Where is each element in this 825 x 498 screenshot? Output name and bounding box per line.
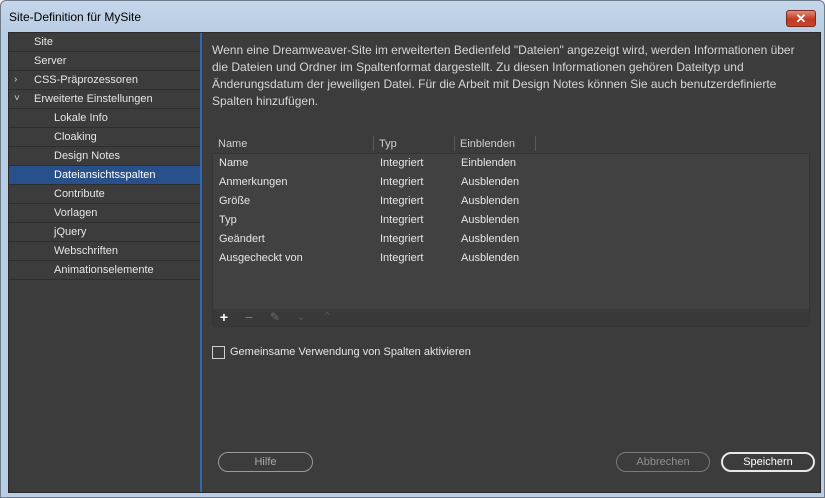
cell-visibility: Einblenden bbox=[461, 157, 517, 169]
window-title: Site-Definition für MySite bbox=[9, 10, 142, 24]
sidebar-item-css-präprozessoren[interactable]: › CSS-Präprozessoren bbox=[9, 71, 200, 90]
table-row[interactable]: Geändert Integriert Ausblenden bbox=[213, 230, 809, 249]
share-columns-checkbox[interactable] bbox=[212, 346, 225, 359]
save-button[interactable]: Speichern bbox=[721, 452, 815, 472]
table-row[interactable]: Anmerkungen Integriert Ausblenden bbox=[213, 173, 809, 192]
sidebar-item-label: Dateiansichtsspalten bbox=[54, 169, 156, 181]
table-row[interactable]: Typ Integriert Ausblenden bbox=[213, 211, 809, 230]
chevron-down-icon[interactable]: ˅ bbox=[14, 90, 24, 108]
cell-name: Name bbox=[219, 157, 249, 169]
site-definition-dialog: Site-Definition für MySite ✕ Site Server ›… bbox=[0, 0, 825, 498]
sidebar-item-label: Server bbox=[34, 55, 67, 67]
column-header-einblenden[interactable]: Einblenden bbox=[460, 138, 515, 150]
cell-visibility: Ausblenden bbox=[461, 252, 520, 264]
cell-name: Anmerkungen bbox=[219, 176, 288, 188]
sidebar-item-label: Erweiterte Einstellungen bbox=[34, 93, 153, 105]
sidebar-item-animationselemente[interactable]: Animationselemente bbox=[9, 261, 200, 280]
cell-visibility: Ausblenden bbox=[461, 176, 520, 188]
cell-name: Typ bbox=[219, 214, 237, 226]
move-down-button[interactable]: ⌄ bbox=[293, 309, 309, 326]
table-header: Name Typ Einblenden bbox=[212, 136, 809, 152]
sidebar-item-server[interactable]: Server bbox=[9, 52, 200, 71]
column-header-typ[interactable]: Typ bbox=[379, 138, 397, 150]
sidebar-item-design-notes[interactable]: Design Notes bbox=[9, 147, 200, 166]
cell-visibility: Ausblenden bbox=[461, 233, 520, 245]
table-row[interactable]: Ausgecheckt von Integriert Ausblenden bbox=[213, 249, 809, 268]
move-up-button[interactable]: ⌃ bbox=[319, 309, 335, 326]
sidebar-item-label: Cloaking bbox=[54, 131, 97, 143]
cell-type: Integriert bbox=[380, 233, 424, 245]
cell-visibility: Ausblenden bbox=[461, 195, 520, 207]
column-divider bbox=[373, 136, 374, 151]
columns-table: Name Integriert Einblenden Anmerkungen Integ… bbox=[212, 153, 810, 311]
help-button[interactable]: Hilfe bbox=[218, 452, 313, 472]
add-column-button[interactable]: + bbox=[216, 309, 232, 326]
cell-type: Integriert bbox=[380, 195, 424, 207]
sidebar-item-contribute[interactable]: Contribute bbox=[9, 185, 200, 204]
sidebar-item-dateiansichtsspalten[interactable]: Dateiansichtsspalten bbox=[9, 166, 200, 185]
close-icon: ✕ bbox=[795, 11, 807, 26]
sidebar-item-webschriften[interactable]: Webschriften bbox=[9, 242, 200, 261]
description-text: Wenn eine Dreamweaver-Site im erweiterte… bbox=[212, 43, 795, 108]
table-toolbar: + − ✎ ⌄ ⌃ bbox=[212, 309, 810, 327]
cell-type: Integriert bbox=[380, 252, 424, 264]
edit-column-button[interactable]: ✎ bbox=[267, 309, 283, 326]
sidebar-item-label: Site bbox=[34, 36, 53, 48]
main-panel: Wenn eine Dreamweaver-Site im erweiterte… bbox=[202, 33, 820, 492]
arrow-down-icon: ⌄ bbox=[296, 311, 306, 323]
sidebar-item-label: Webschriften bbox=[54, 245, 118, 257]
sidebar-item-jquery[interactable]: jQuery bbox=[9, 223, 200, 242]
sidebar-item-label: Animationselemente bbox=[54, 264, 154, 276]
sidebar-item-lokale-info[interactable]: Lokale Info bbox=[9, 109, 200, 128]
plus-icon: + bbox=[219, 309, 229, 325]
cell-type: Integriert bbox=[380, 176, 424, 188]
minus-icon: − bbox=[244, 309, 254, 325]
cell-visibility: Ausblenden bbox=[461, 214, 520, 226]
sidebar-item-label: Lokale Info bbox=[54, 112, 108, 124]
cancel-button[interactable]: Abbrechen bbox=[616, 452, 710, 472]
share-columns-label: Gemeinsame Verwendung von Spalten aktivi… bbox=[230, 346, 471, 358]
sidebar-item-erweiterte-einstellungen[interactable]: ˅ Erweiterte Einstellungen bbox=[9, 90, 200, 109]
category-sidebar: Site Server › CSS-Präprozessoren ˅ Erweiterte… bbox=[9, 33, 202, 492]
sidebar-item-label: Vorlagen bbox=[54, 207, 98, 219]
chevron-right-icon[interactable]: › bbox=[14, 71, 24, 89]
column-header-name[interactable]: Name bbox=[218, 138, 247, 150]
remove-column-button[interactable]: − bbox=[241, 309, 257, 326]
cell-name: Geändert bbox=[219, 233, 265, 245]
sidebar-item-site[interactable]: Site bbox=[9, 33, 200, 52]
column-divider bbox=[535, 136, 536, 151]
cell-type: Integriert bbox=[380, 214, 424, 226]
arrow-up-icon: ⌃ bbox=[322, 311, 332, 323]
pencil-icon: ✎ bbox=[269, 310, 281, 324]
sidebar-item-label: jQuery bbox=[54, 226, 87, 238]
cell-type: Integriert bbox=[380, 157, 424, 169]
cell-name: Ausgecheckt von bbox=[219, 252, 303, 264]
sidebar-item-cloaking[interactable]: Cloaking bbox=[9, 128, 200, 147]
close-button[interactable]: ✕ bbox=[786, 10, 816, 27]
sidebar-item-label: Design Notes bbox=[54, 150, 121, 162]
sidebar-item-label: CSS-Präprozessoren bbox=[34, 74, 138, 86]
title-bar[interactable]: Site-Definition für MySite ✕ bbox=[1, 1, 824, 31]
cell-name: Größe bbox=[219, 195, 251, 207]
sidebar-item-label: Contribute bbox=[54, 188, 105, 200]
dialog-content: Site Server › CSS-Präprozessoren ˅ Erweiterte… bbox=[8, 32, 821, 493]
sidebar-item-vorlagen[interactable]: Vorlagen bbox=[9, 204, 200, 223]
table-row[interactable]: Name Integriert Einblenden bbox=[213, 154, 809, 173]
table-row[interactable]: Größe Integriert Ausblenden bbox=[213, 192, 809, 211]
column-divider bbox=[454, 136, 455, 151]
